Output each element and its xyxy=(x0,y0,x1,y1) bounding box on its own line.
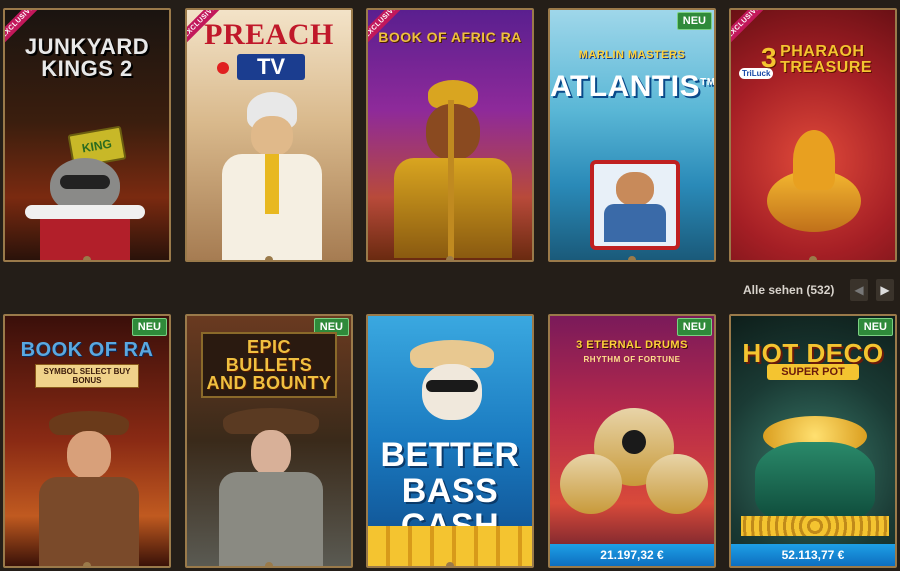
game-title: PREACH xyxy=(204,18,334,51)
carousel-next-button[interactable]: ▶ xyxy=(876,279,894,301)
game-tile-hot-deco[interactable]: NEU HOT DECO SUPER POT 52.113,77 € xyxy=(729,314,897,568)
gold-pot-illustration xyxy=(741,416,889,536)
game-tile-3-eternal-drums[interactable]: NEU 3 ETERNAL DRUMS RHYTHM OF FORTUNE 21… xyxy=(548,314,716,568)
new-badge: NEU xyxy=(676,318,712,336)
game-title: JUNKYARD KINGS 2 xyxy=(24,34,150,81)
game-title: HOT DECO xyxy=(742,338,884,368)
game-title: BOOK OF RA xyxy=(20,339,154,361)
game-title: BOOK OF AFRIC RA xyxy=(378,29,522,45)
new-badge: NEU xyxy=(676,12,712,30)
fisherman-character xyxy=(590,160,680,250)
game-tile-junkyard-kings-2[interactable]: EXCLUSIVE JUNKYARD KINGS 2 KING xyxy=(3,8,171,262)
carousel-prev-button[interactable]: ◀ xyxy=(850,279,868,301)
game-tile-epic-bullets-and-bounty[interactable]: NEU EPIC BULLETS AND BOUNTY xyxy=(185,314,353,568)
game-title: EPIC BULLETS AND BOUNTY xyxy=(201,332,337,398)
game-tile-preach-tv[interactable]: EXCLUSIVE PREACH TV xyxy=(185,8,353,262)
jackpot-amount: 21.197,32 € xyxy=(550,544,714,566)
game-subtitle: RHYTHM OF FORTUNE xyxy=(583,355,681,364)
explorer-character xyxy=(29,411,149,566)
fisherman-skull-character xyxy=(404,340,500,436)
game-tile-marlin-masters-atlantis[interactable]: NEU MARLIN MASTERS ATLANTISTM xyxy=(548,8,716,262)
raccoon-king-character: KING xyxy=(25,125,155,260)
game-subtitle: SYMBOL SELECT BUY BONUS xyxy=(35,364,139,388)
game-title: 3 PHARAOH TREASURE xyxy=(761,42,873,76)
game-subtitle: SUPER POT xyxy=(767,364,859,380)
chevron-left-icon: ◀ xyxy=(854,283,864,297)
game-tile-book-of-afric-ra[interactable]: EXCLUSIVE BOOK OF AFRIC RA xyxy=(366,8,534,262)
new-badge: NEU xyxy=(857,318,893,336)
chevron-right-icon: ▶ xyxy=(880,283,890,297)
game-title-top: MARLIN MASTERS xyxy=(578,49,686,61)
game-title: 3 ETERNAL DRUMS xyxy=(576,339,688,351)
gold-bars xyxy=(368,526,532,566)
jackpot-amount: 52.113,77 € xyxy=(731,544,895,566)
lion-pharaoh-character xyxy=(386,80,520,260)
game-tile-book-of-ra[interactable]: NEU BOOK OF RA SYMBOL SELECT BUY BONUS xyxy=(3,314,171,568)
see-all-link[interactable]: Alle sehen (532) xyxy=(743,283,834,297)
game-tile-3-pharaoh-treasure[interactable]: EXCLUSIVE TriLuck 3 PHARAOH TREASURE xyxy=(729,8,897,262)
golden-cobra-pot xyxy=(757,130,871,240)
game-title: ATLANTISTM xyxy=(550,70,716,103)
tv-logo: TV xyxy=(237,54,305,80)
preacher-character xyxy=(207,92,337,260)
cowgirl-character xyxy=(209,408,333,566)
game-tile-better-bass-cash[interactable]: BETTER BASS CASH xyxy=(366,314,534,568)
new-badge: NEU xyxy=(131,318,167,336)
drums-illustration xyxy=(560,408,708,528)
